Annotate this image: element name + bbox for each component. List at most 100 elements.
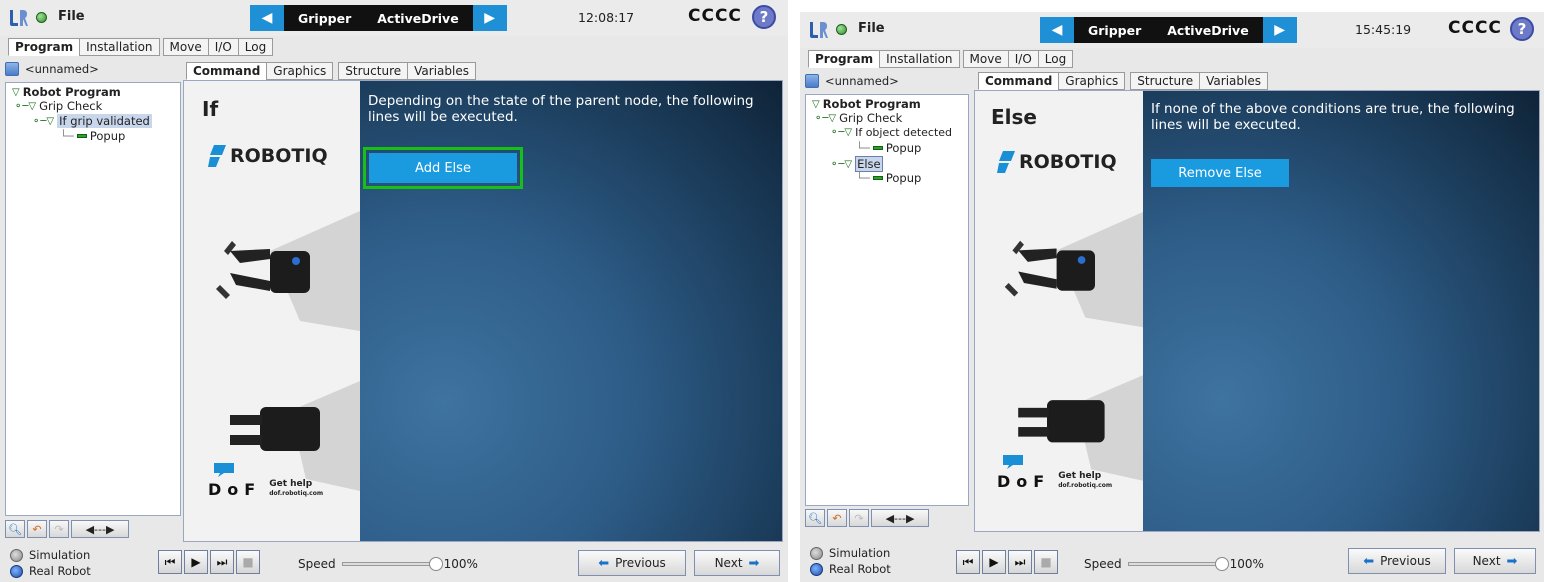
right-arrow-icon[interactable]: ▶	[1262, 17, 1297, 43]
radio-icon	[10, 548, 23, 562]
right-arrow-icon[interactable]: ▶	[472, 5, 507, 31]
tree-popup[interactable]: └─ Popup	[60, 129, 125, 143]
real-robot-option[interactable]: Real Robot	[810, 562, 891, 576]
rewind-icon[interactable]: ⏮	[956, 550, 980, 574]
dof-logo: DoF Get help dof.robotiq.com	[997, 455, 1112, 491]
screen-else-node: File ◀ Gripper ActiveDrive ▶ 15:45:19 CC…	[800, 12, 1544, 582]
dof-help[interactable]: Get help dof.robotiq.com	[1058, 471, 1112, 491]
next-label: Next	[714, 556, 743, 570]
tab-move[interactable]: Move	[162, 38, 209, 56]
expand-icon: ⚬─▽	[32, 115, 55, 127]
left-arrow-icon[interactable]: ◀	[1040, 17, 1074, 43]
remove-else-button[interactable]: Remove Else	[1151, 159, 1289, 187]
speed-slider[interactable]	[341, 557, 443, 571]
tab-structure[interactable]: Structure	[1130, 72, 1201, 90]
next-button[interactable]: Next ➡	[1454, 548, 1536, 574]
tree-else-node[interactable]: ⚬─▽ Else	[830, 156, 883, 172]
tab-graphics[interactable]: Graphics	[266, 62, 334, 80]
tab-program[interactable]: Program	[808, 50, 881, 68]
simulation-option[interactable]: Simulation	[810, 546, 890, 560]
stop-icon[interactable]: ■	[1034, 550, 1058, 574]
status-icon	[836, 24, 847, 35]
file-menu[interactable]: File	[58, 9, 85, 24]
screen-if-node: File ◀ Gripper ActiveDrive ▶ 12:08:17 CC…	[0, 0, 788, 582]
real-robot-label: Real Robot	[829, 562, 891, 576]
search-icon[interactable]: 🔍︎	[5, 520, 25, 538]
gripper-item[interactable]: Gripper	[1088, 23, 1141, 38]
step-icon[interactable]: ⏭	[210, 550, 234, 574]
undo-icon[interactable]: ↶	[827, 509, 847, 527]
gripper-item[interactable]: Gripper	[298, 11, 351, 26]
tree-else-label: Else	[855, 156, 883, 172]
tab-io[interactable]: I/O	[1007, 50, 1039, 68]
tab-command[interactable]: Command	[186, 62, 268, 80]
node-title: Else	[991, 105, 1037, 129]
file-menu[interactable]: File	[858, 21, 885, 36]
simulation-option[interactable]: Simulation	[10, 548, 90, 562]
tab-io[interactable]: I/O	[207, 38, 239, 56]
save-icon[interactable]	[805, 74, 819, 88]
step-icon[interactable]: ⏭	[1008, 550, 1032, 574]
search-icon[interactable]: 🔍︎	[805, 509, 825, 527]
previous-button[interactable]: ⬅ Previous	[578, 550, 686, 576]
toolbar-nav: ◀ Gripper ActiveDrive ▶	[1040, 17, 1297, 43]
clock: 12:08:17	[578, 10, 635, 25]
tab-log[interactable]: Log	[237, 38, 274, 56]
add-else-button[interactable]: Add Else	[369, 153, 517, 183]
undo-icon[interactable]: ↶	[27, 520, 47, 538]
collapse-icon[interactable]: ◀---▶	[71, 520, 129, 538]
tree-if-node[interactable]: ⚬─▽ If object detected	[830, 126, 952, 139]
tree-if-node[interactable]: ⚬─▽ If grip validated	[32, 114, 152, 128]
tree-popup[interactable]: └─ Popup	[856, 141, 921, 155]
speed-control[interactable]: Speed 100%	[1084, 557, 1264, 571]
redo-icon[interactable]: ↷	[49, 520, 69, 538]
tab-structure[interactable]: Structure	[338, 62, 409, 80]
tree-popup-2[interactable]: └─ Popup	[856, 171, 921, 185]
next-button[interactable]: Next ➡	[694, 550, 780, 576]
play-icon[interactable]: ▶	[184, 550, 208, 574]
dof-help-url: dof.robotiq.com	[269, 490, 324, 497]
tree-root[interactable]: ▽ Robot Program	[812, 97, 921, 111]
tab-installation[interactable]: Installation	[879, 50, 960, 68]
previous-button[interactable]: ⬅ Previous	[1348, 548, 1446, 574]
tree-root[interactable]: ▽ Robot Program	[12, 85, 121, 99]
popup-node-icon	[76, 134, 87, 138]
dof-help[interactable]: Get help dof.robotiq.com	[269, 479, 323, 499]
tab-installation[interactable]: Installation	[79, 38, 160, 56]
tree-popup-label: Popup	[89, 129, 126, 143]
real-robot-option[interactable]: Real Robot	[10, 564, 91, 578]
play-icon[interactable]: ▶	[982, 550, 1006, 574]
rewind-icon[interactable]: ⏮	[158, 550, 182, 574]
tab-variables[interactable]: Variables	[407, 62, 476, 80]
save-icon[interactable]	[5, 62, 19, 76]
expand-icon: ▽	[12, 86, 20, 98]
left-arrow-icon[interactable]: ◀	[250, 5, 284, 31]
top-bar: File ◀ Gripper ActiveDrive ▶ 15:45:19 CC…	[800, 12, 1544, 48]
redo-icon[interactable]: ↷	[849, 509, 869, 527]
tab-graphics[interactable]: Graphics	[1058, 72, 1126, 90]
help-icon[interactable]: ?	[752, 5, 776, 29]
tree-grip-check[interactable]: ⚬─▽ Grip Check	[14, 99, 102, 113]
tab-move[interactable]: Move	[962, 50, 1009, 68]
tab-command[interactable]: Command	[978, 72, 1060, 90]
tab-variables[interactable]: Variables	[1199, 72, 1268, 90]
tree-toolbar: 🔍︎ ↶ ↷ ◀---▶	[805, 509, 929, 527]
program-name: <unnamed>	[825, 74, 899, 88]
bottom-bar: Simulation Real Robot ⏮ ▶ ⏭ ■ Speed 100%…	[800, 542, 1544, 582]
tab-log[interactable]: Log	[1037, 50, 1074, 68]
speed-slider[interactable]	[1127, 557, 1229, 571]
tab-program[interactable]: Program	[8, 38, 81, 56]
activedrive-item[interactable]: ActiveDrive	[377, 11, 458, 26]
speed-label: Speed	[298, 557, 336, 571]
bottom-bar: Simulation Real Robot ⏮ ▶ ⏭ ■ Speed 100%…	[0, 542, 788, 582]
help-icon[interactable]: ?	[1510, 17, 1534, 41]
speed-control[interactable]: Speed 100%	[298, 557, 478, 571]
slider-knob[interactable]	[428, 557, 443, 571]
activedrive-item[interactable]: ActiveDrive	[1167, 23, 1248, 38]
stop-icon[interactable]: ■	[236, 550, 260, 574]
tree-grip-check[interactable]: ⚬─▽ Grip Check	[814, 111, 902, 125]
ur-logo-icon	[810, 22, 828, 38]
right-arrow-icon: ➡	[1506, 553, 1518, 569]
slider-knob[interactable]	[1214, 557, 1229, 571]
collapse-icon[interactable]: ◀---▶	[871, 509, 929, 527]
